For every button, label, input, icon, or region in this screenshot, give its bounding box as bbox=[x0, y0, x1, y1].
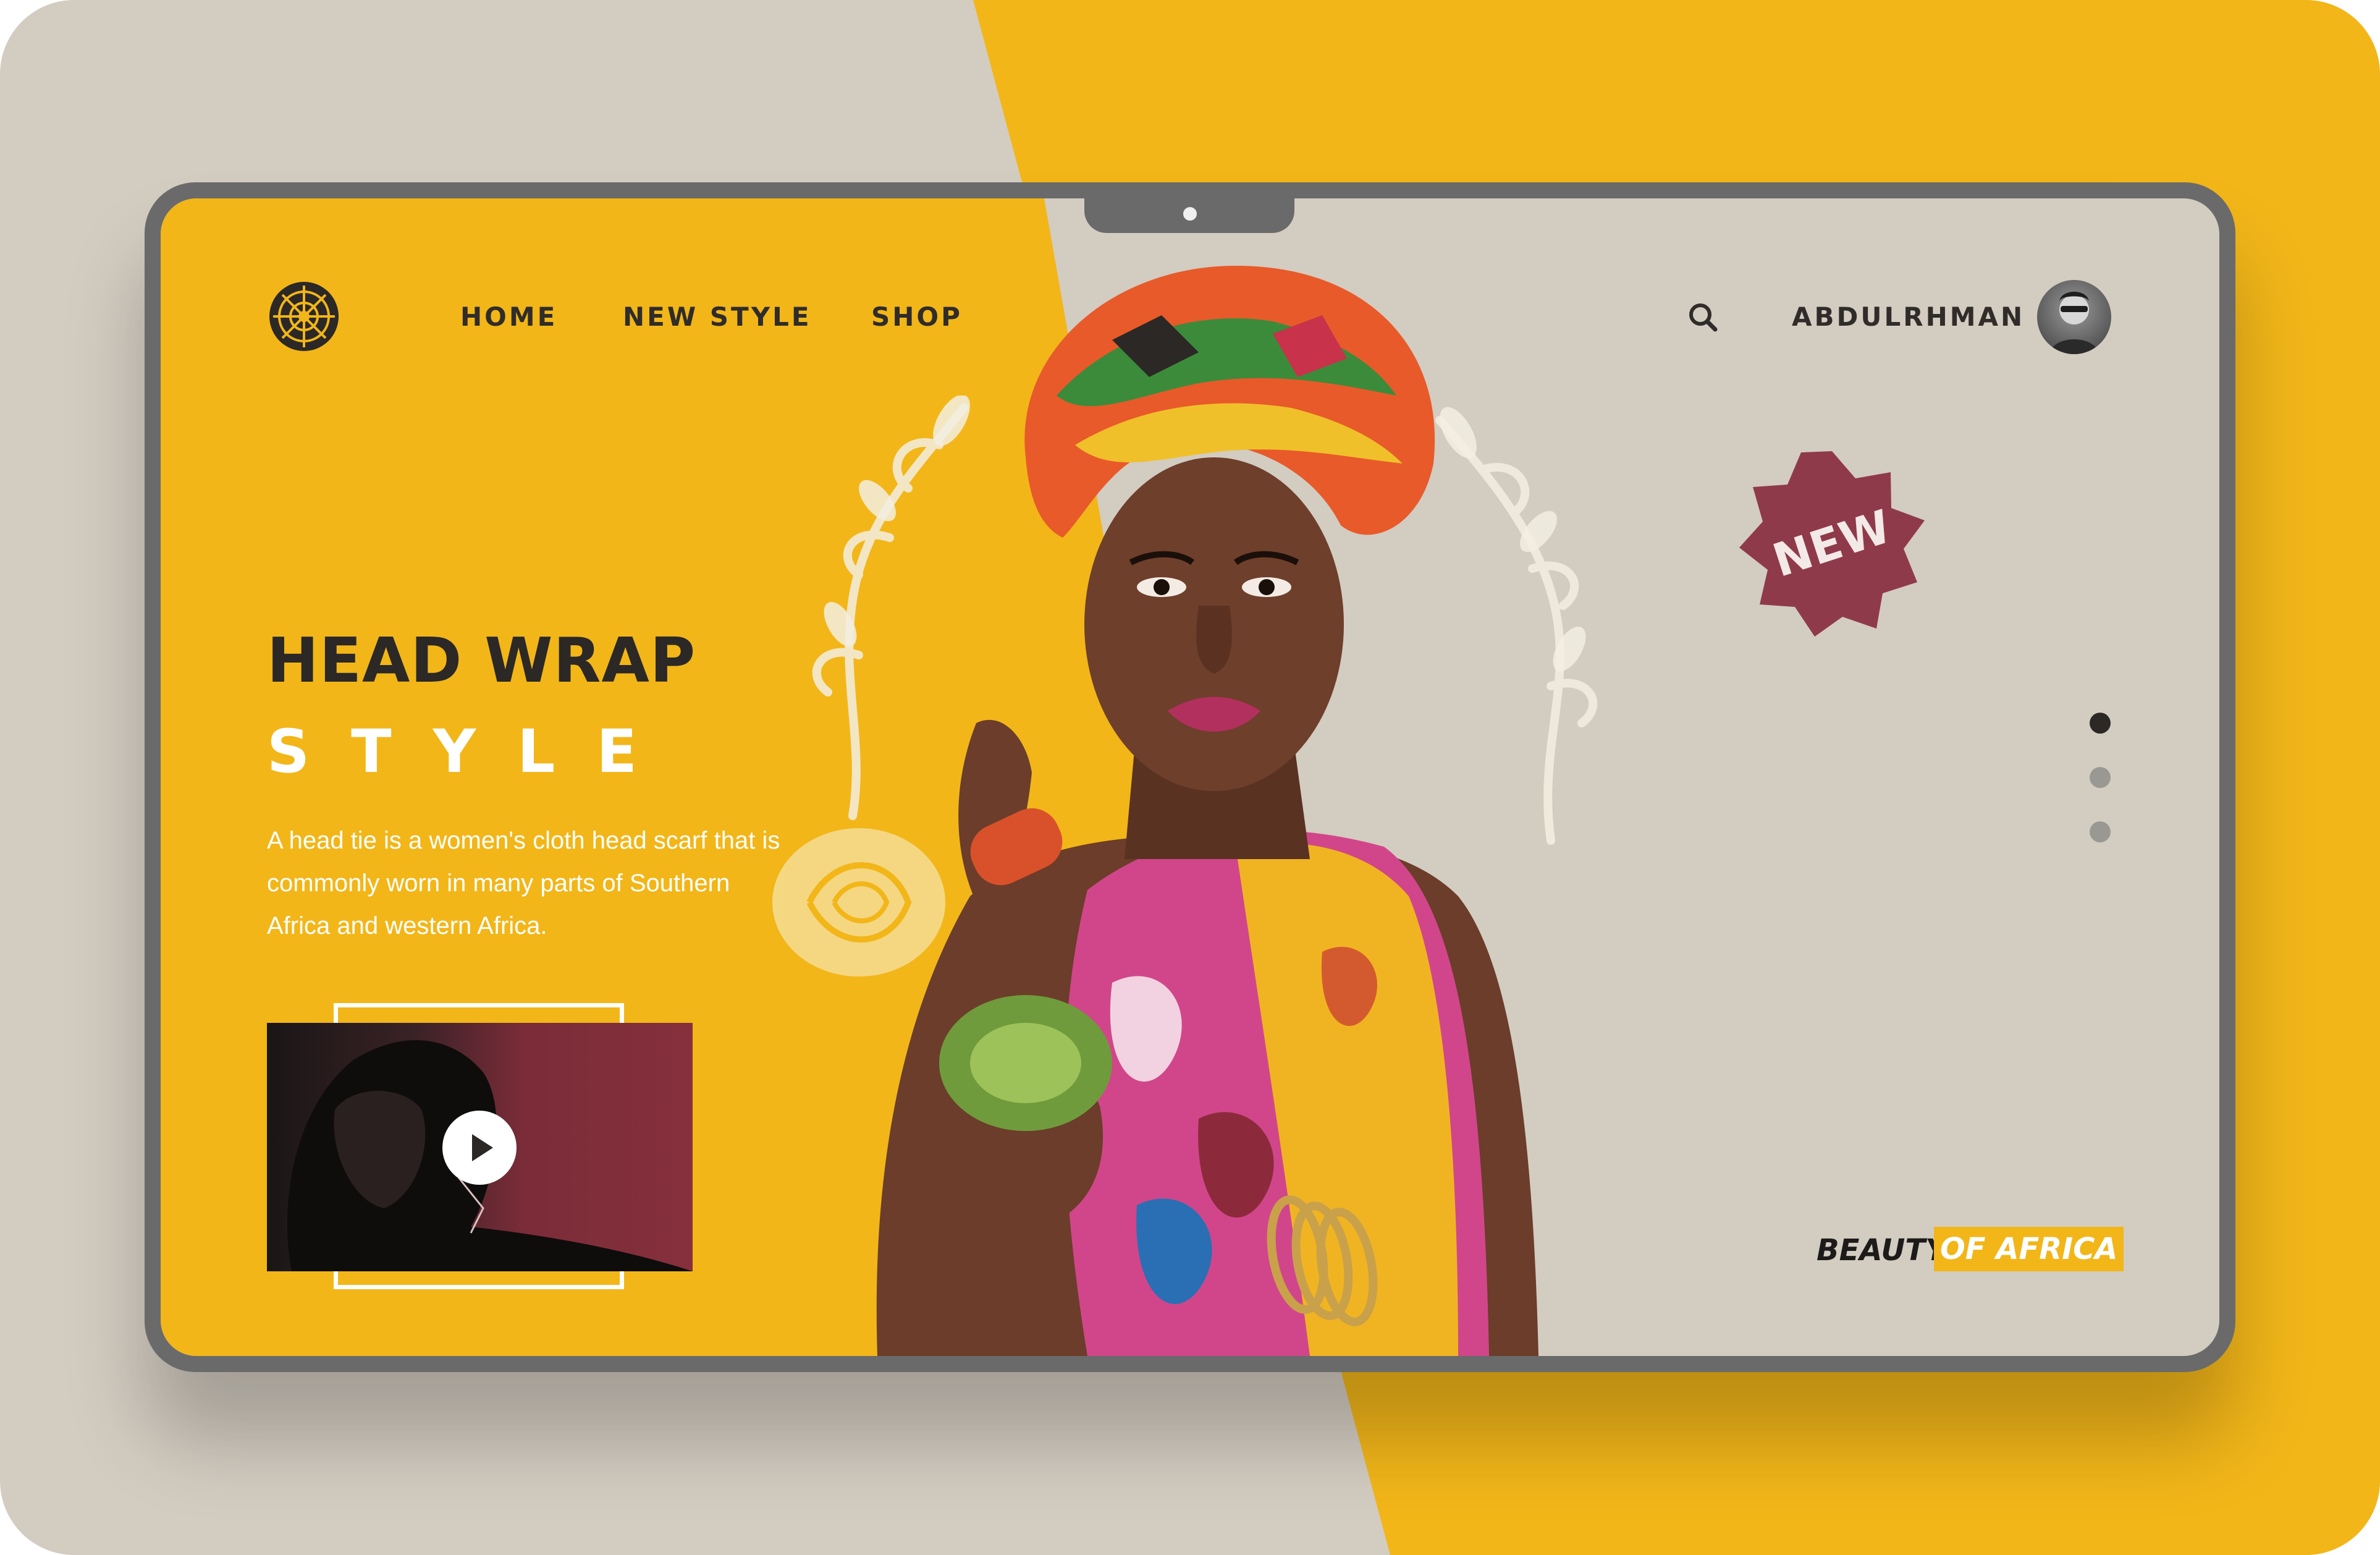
hero-description: A head tie is a women's cloth head scarf… bbox=[267, 827, 780, 939]
mandala-logo-icon[interactable] bbox=[267, 279, 341, 354]
camera-icon bbox=[1183, 207, 1197, 221]
slider-dot-2[interactable] bbox=[2090, 767, 2111, 788]
nav-home[interactable]: HOME bbox=[460, 302, 557, 332]
search-icon[interactable] bbox=[1686, 300, 1720, 334]
model-portrait-image bbox=[876, 266, 1538, 1356]
user-avatar[interactable] bbox=[2037, 280, 2111, 354]
play-button[interactable] bbox=[442, 1111, 517, 1185]
hero-title-line1: HEAD WRAP bbox=[267, 624, 696, 697]
user-name[interactable]: ABDULRHMAN bbox=[1792, 302, 2025, 332]
play-icon bbox=[472, 1134, 493, 1161]
tagline-part2: OF AFRICA bbox=[1934, 1227, 2124, 1271]
nav-shop[interactable]: SHOP bbox=[871, 302, 963, 332]
nav-new-style[interactable]: NEW STYLE bbox=[623, 302, 812, 332]
hero-title-line2: STYLE bbox=[267, 717, 678, 786]
slider-dot-1[interactable] bbox=[2090, 713, 2111, 734]
tagline-part1: BEAUTY bbox=[1817, 1233, 1947, 1268]
slider-dot-3[interactable] bbox=[2090, 821, 2111, 842]
